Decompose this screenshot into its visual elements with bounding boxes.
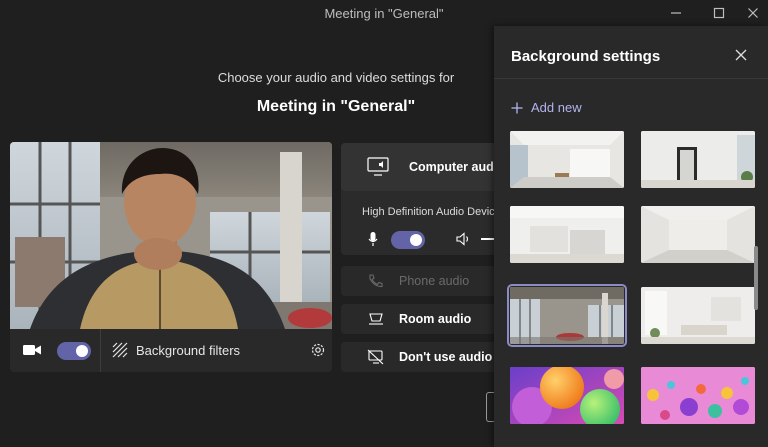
- maximize-icon[interactable]: [704, 0, 734, 26]
- background-filters-icon: [112, 342, 128, 358]
- room-audio-option[interactable]: Room audio: [341, 304, 511, 334]
- no-audio-label: Don't use audio: [399, 350, 493, 364]
- add-new-background-button[interactable]: Add new: [511, 100, 582, 115]
- computer-audio-option[interactable]: Computer audio: [341, 143, 511, 191]
- background-thumbnail[interactable]: [641, 131, 755, 188]
- no-audio-option[interactable]: Don't use audio: [341, 342, 511, 372]
- title-bar: Meeting in "General": [0, 0, 768, 26]
- computer-audio-label: Computer audio: [409, 160, 505, 174]
- minimize-icon[interactable]: [661, 0, 691, 26]
- background-thumbnail-selected[interactable]: [507, 284, 627, 347]
- microphone-toggle[interactable]: [391, 231, 425, 249]
- camera-toggle[interactable]: [57, 342, 91, 360]
- empty-white-room-image: [641, 206, 755, 263]
- room-audio-icon: [369, 313, 383, 325]
- join-button-edge[interactable]: [486, 392, 494, 422]
- panel-divider: [494, 78, 768, 79]
- background-thumbnail[interactable]: [641, 287, 755, 344]
- panel-close-icon[interactable]: [734, 48, 748, 62]
- background-filters-button[interactable]: Background filters: [112, 342, 240, 358]
- audio-device-label: High Definition Audio Device: [362, 206, 494, 218]
- background-thumbnail[interactable]: [510, 367, 624, 424]
- background-settings-panel: Background settings Add new: [494, 26, 768, 447]
- window-title: Meeting in "General": [324, 5, 444, 21]
- phone-audio-option[interactable]: Phone audio: [341, 266, 511, 296]
- gear-icon[interactable]: [310, 342, 326, 358]
- background-thumbnail[interactable]: [641, 206, 755, 263]
- computer-audio-icon: [367, 157, 389, 176]
- camera-preview-image: [10, 142, 332, 329]
- background-thumbnail[interactable]: [510, 206, 624, 263]
- phone-icon: [369, 274, 383, 288]
- phone-audio-label: Phone audio: [399, 274, 470, 288]
- white-stairs-room-image: [510, 206, 624, 263]
- office-loft-windows-image: [510, 287, 624, 344]
- video-preview-card: Background filters: [10, 142, 332, 372]
- video-controls-bar: Background filters: [10, 329, 332, 372]
- panel-title: Background settings: [511, 48, 661, 65]
- camera-preview: [10, 142, 332, 329]
- speaker-icon: [456, 232, 469, 246]
- white-living-room-image: [641, 287, 755, 344]
- add-new-label: Add new: [531, 100, 582, 115]
- pink-balloons-image: [641, 367, 755, 424]
- background-filters-label: Background filters: [136, 342, 241, 358]
- speaker-volume-slider[interactable]: [481, 238, 494, 240]
- panel-scrollbar[interactable]: [754, 246, 758, 310]
- background-thumbnail[interactable]: [510, 131, 624, 188]
- background-thumbnail[interactable]: [641, 367, 755, 424]
- white-loft-room-image: [510, 131, 624, 188]
- controls-divider: [100, 329, 101, 372]
- close-icon[interactable]: [738, 0, 768, 26]
- plus-icon: [511, 102, 523, 113]
- microphone-icon: [368, 232, 378, 246]
- room-audio-label: Room audio: [399, 312, 472, 326]
- orange-spheres-image: [510, 367, 624, 424]
- no-audio-icon: [367, 349, 384, 365]
- bright-room-mirror-image: [641, 131, 755, 188]
- camera-icon: [23, 345, 41, 355]
